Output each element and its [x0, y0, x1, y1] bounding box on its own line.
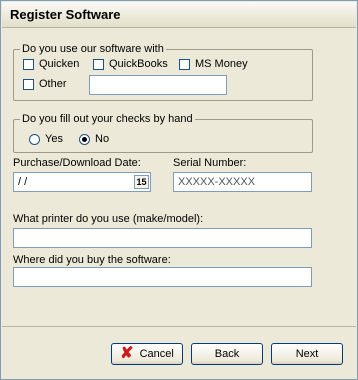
printer-label: What printer do you use (make/model): [13, 213, 204, 225]
quicken-checkbox-box[interactable] [23, 58, 34, 70]
yes-label: Yes [45, 133, 63, 145]
next-button-label: Next [295, 348, 319, 360]
checkbox-other[interactable]: Other [23, 78, 67, 90]
radio-yes[interactable]: Yes [29, 133, 63, 145]
cancel-button-label: Cancel [139, 348, 174, 360]
ms-money-label: MS Money [195, 58, 248, 70]
software-usage-legend: Do you use our software with [22, 43, 164, 55]
other-checkbox-box[interactable] [23, 78, 34, 90]
where-bought-input[interactable] [13, 267, 312, 287]
next-button[interactable]: Next [271, 343, 343, 365]
printer-input[interactable] [13, 228, 312, 248]
quickbooks-label: QuickBooks [109, 58, 168, 70]
where-bought-label: Where did you buy the software: [13, 254, 171, 266]
yes-radio-circle[interactable] [29, 133, 40, 145]
no-radio-circle[interactable] [79, 133, 90, 145]
button-divider [2, 326, 356, 327]
cancel-x-icon: ✘ [120, 345, 134, 362]
quickbooks-checkbox-box[interactable] [93, 58, 104, 70]
no-label: No [95, 133, 110, 145]
other-software-input[interactable] [89, 75, 227, 95]
serial-number-label: Serial Number: [173, 157, 247, 169]
back-button[interactable]: Back [191, 343, 263, 365]
checkbox-quickbooks[interactable]: QuickBooks [93, 58, 168, 70]
calendar-icon[interactable]: 15 [134, 175, 149, 189]
serial-number-input[interactable]: XXXXX-XXXXX [173, 172, 312, 192]
back-button-label: Back [214, 348, 240, 360]
checkbox-quicken[interactable]: Quicken [23, 58, 79, 70]
purchase-date-label: Purchase/Download Date: [13, 157, 141, 169]
cancel-button[interactable]: ✘ Cancel [111, 343, 183, 365]
register-software-dialog: Register Software Do you use our softwar… [0, 0, 358, 380]
title-bar: Register Software [2, 2, 356, 28]
radio-selected-dot [82, 136, 87, 142]
ms-money-checkbox-box[interactable] [179, 58, 190, 70]
radio-no[interactable]: No [79, 133, 109, 145]
dialog-title: Register Software [10, 7, 121, 22]
quicken-label: Quicken [39, 58, 80, 70]
other-label: Other [39, 78, 67, 90]
purchase-date-input[interactable]: / / [13, 172, 151, 192]
checks-by-hand-legend: Do you fill out your checks by hand [22, 113, 193, 125]
checkbox-ms-money[interactable]: MS Money [179, 58, 248, 70]
